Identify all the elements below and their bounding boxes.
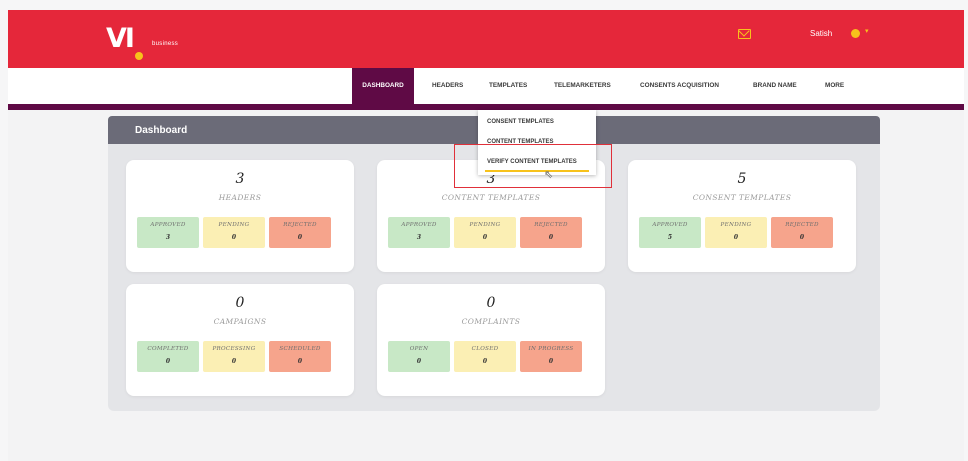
stat-value: 0 <box>733 234 739 241</box>
stat-completed[interactable]: COMPLETED 0 <box>137 341 199 372</box>
nav-headers[interactable]: HEADERS <box>432 68 463 104</box>
page-title: Dashboard <box>135 125 188 136</box>
stat-value: 0 <box>482 358 488 365</box>
stat-label: OPEN <box>409 346 429 352</box>
card-campaigns[interactable]: 0 CAMPAIGNS COMPLETED 0 PROCESSING 0 SCHED… <box>126 284 354 396</box>
stat-value: 0 <box>548 234 554 241</box>
menu-item-consent-templates[interactable]: CONSENT TEMPLATES <box>487 119 554 125</box>
stat-approved[interactable]: APPROVED 3 <box>388 217 450 248</box>
stat-label: PROCESSING <box>212 346 256 352</box>
stat-in-progress[interactable]: IN PROGRESS 0 <box>520 341 582 372</box>
stat-pending[interactable]: PENDING 0 <box>203 217 265 248</box>
nav-templates[interactable]: TEMPLATES <box>489 68 527 104</box>
stat-label: COMPLETED <box>147 346 189 352</box>
stat-label: APPROVED <box>150 222 186 228</box>
card-consent-templates[interactable]: 5 CONSENT TEMPLATES APPROVED 5 PENDING 0 R… <box>628 160 856 272</box>
nav-consents-acquisition[interactable]: CONSENTS ACQUISITION <box>640 68 719 104</box>
stat-label: APPROVED <box>401 222 437 228</box>
card-label: CONTENT TEMPLATES <box>441 193 541 202</box>
stat-label: IN PROGRESS <box>528 346 574 352</box>
stat-closed[interactable]: CLOSED 0 <box>454 341 516 372</box>
card-complaints[interactable]: 0 COMPLAINTS OPEN 0 CLOSED 0 IN PROGRESS 0 <box>377 284 605 396</box>
nav-dashboard[interactable]: DASHBOARD <box>352 68 414 104</box>
stat-value: 0 <box>297 234 303 241</box>
logo-dot-icon <box>135 52 143 60</box>
card-label: HEADERS <box>218 193 262 202</box>
user-avatar-icon[interactable] <box>851 29 860 38</box>
stat-label: PENDING <box>720 222 752 228</box>
card-count: 3 <box>235 171 245 187</box>
logo-text: VI <box>106 23 135 54</box>
chevron-down-icon[interactable]: ▾ <box>865 27 869 35</box>
card-label: CONSENT TEMPLATES <box>692 193 792 202</box>
card-label: COMPLAINTS <box>461 317 521 326</box>
stat-label: PENDING <box>218 222 250 228</box>
stat-value: 0 <box>416 358 422 365</box>
stat-approved[interactable]: APPROVED 3 <box>137 217 199 248</box>
user-name[interactable]: Satish <box>810 29 832 38</box>
stat-rejected[interactable]: REJECTED 0 <box>520 217 582 248</box>
highlight-box <box>454 144 612 188</box>
stat-label: REJECTED <box>283 222 317 228</box>
stat-label: REJECTED <box>534 222 568 228</box>
stat-approved[interactable]: APPROVED 5 <box>639 217 701 248</box>
stat-pending[interactable]: PENDING 0 <box>454 217 516 248</box>
nav-brand-name[interactable]: BRAND NAME <box>753 68 797 104</box>
stat-label: SCHEDULED <box>279 346 321 352</box>
card-headers[interactable]: 3 HEADERS APPROVED 3 PENDING 0 REJECTED 0 <box>126 160 354 272</box>
stat-value: 0 <box>297 358 303 365</box>
stat-open[interactable]: OPEN 0 <box>388 341 450 372</box>
stat-value: 0 <box>799 234 805 241</box>
logo-subtitle: business <box>152 41 179 47</box>
stat-scheduled[interactable]: SCHEDULED 0 <box>269 341 331 372</box>
stat-value: 0 <box>165 358 171 365</box>
stat-value: 5 <box>667 234 673 241</box>
top-bar: VI business Satish ▾ <box>8 10 964 68</box>
card-count: 0 <box>235 295 245 311</box>
card-count: 5 <box>737 171 747 187</box>
stat-rejected[interactable]: REJECTED 0 <box>771 217 833 248</box>
stat-label: CLOSED <box>471 346 499 352</box>
stat-label: REJECTED <box>785 222 819 228</box>
nav-more[interactable]: MORE <box>825 68 844 104</box>
card-count: 0 <box>486 295 496 311</box>
stat-pending[interactable]: PENDING 0 <box>705 217 767 248</box>
stat-rejected[interactable]: REJECTED 0 <box>269 217 331 248</box>
card-label: CAMPAIGNS <box>213 317 267 326</box>
mail-icon[interactable] <box>738 29 751 39</box>
stat-value: 3 <box>165 234 171 241</box>
stat-value: 0 <box>482 234 488 241</box>
app-window: VI business Satish ▾ DASHBOARD HEADERS T… <box>8 10 964 461</box>
stat-value: 0 <box>231 234 237 241</box>
stat-label: PENDING <box>469 222 501 228</box>
nav-telemarketers[interactable]: TELEMARKETERS <box>554 68 611 104</box>
main-nav: DASHBOARD HEADERS TEMPLATES TELEMARKETER… <box>8 68 964 110</box>
stat-processing[interactable]: PROCESSING 0 <box>203 341 265 372</box>
mouse-pointer-icon: ⇖ <box>544 169 554 181</box>
stat-label: APPROVED <box>652 222 688 228</box>
stat-value: 3 <box>416 234 422 241</box>
stat-value: 0 <box>231 358 237 365</box>
stat-value: 0 <box>548 358 554 365</box>
